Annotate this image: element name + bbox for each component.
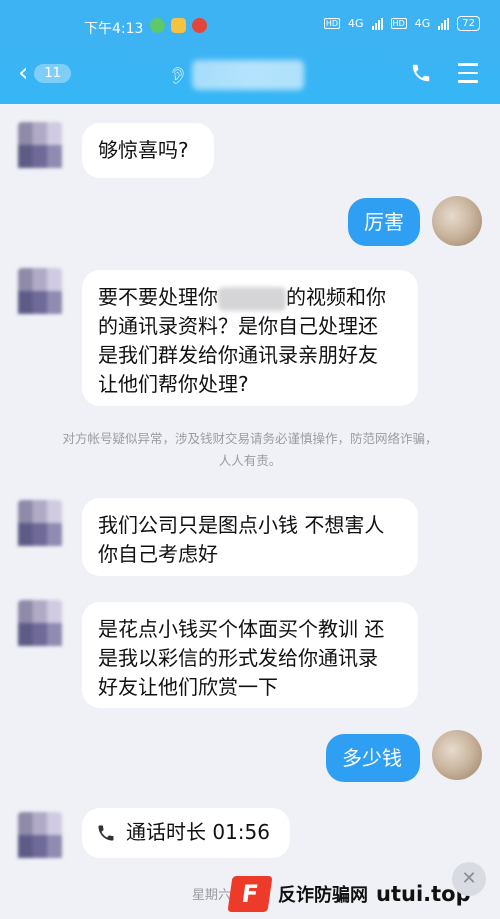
chevron-left-icon: ‹: [18, 58, 29, 88]
message-line: 让他们帮你处理?: [98, 372, 249, 396]
sender-avatar[interactable]: [18, 500, 62, 546]
fraud-warning-notice: 对方帐号疑似异常，涉及钱财交易请务必谨慎操作，防范网络诈骗， 人人有责。: [20, 428, 480, 472]
signal-icon: [371, 17, 383, 30]
my-avatar[interactable]: [432, 730, 482, 780]
message-line: 你自己考虑好: [98, 542, 218, 566]
watermark: F 反诈防骗网 utui.top: [227, 874, 471, 914]
close-icon[interactable]: ✕: [452, 862, 486, 896]
app-notification-icon: [192, 18, 207, 33]
date-stamp: 星期六: [192, 888, 232, 903]
menu-icon[interactable]: [458, 63, 478, 89]
message-line: 我们公司只是图点小钱 不想害人: [98, 513, 385, 537]
incoming-message[interactable]: 是花点小钱买个体面买个教训 还 是我以彩信的形式发给你通讯录 好友让他们欣赏一下: [82, 602, 418, 708]
hd-icon-2: HD: [390, 18, 407, 29]
hd-icon: HD: [323, 18, 341, 29]
message-line: 好友让他们欣赏一下: [98, 675, 278, 699]
notice-line: 对方帐号疑似异常，涉及钱财交易请务必谨慎操作，防范网络诈骗，: [62, 431, 438, 446]
message-text: 多少钱: [342, 746, 402, 770]
network-label-1: 4G: [348, 17, 364, 30]
message-line: 要不要处理你 的视频和你: [98, 285, 386, 311]
network-label-2: 4G: [414, 17, 431, 30]
message-line: 是我以彩信的形式发给你通讯录: [98, 646, 378, 670]
message-line: 是我们群发给你通讯录亲朋好友: [98, 343, 378, 367]
incoming-message[interactable]: 够惊喜吗?: [82, 123, 214, 178]
unread-count-badge: 11: [34, 63, 71, 83]
phone-call-icon: [98, 825, 114, 840]
message-line: 是花点小钱买个体面买个教训 还: [98, 617, 385, 641]
phone-icon[interactable]: [410, 62, 432, 84]
watermark-text: 反诈防骗网: [278, 885, 368, 906]
incoming-message[interactable]: 要不要处理你 的视频和你 的通讯录资料？是你自己处理还 是我们群发给你通讯录亲朋好…: [82, 270, 418, 406]
redacted-text: [218, 286, 286, 311]
outgoing-message[interactable]: 多少钱: [326, 734, 420, 782]
incoming-message[interactable]: 我们公司只是图点小钱 不想害人 你自己考虑好: [82, 498, 418, 576]
message-line: 的通讯录资料？是你自己处理还: [98, 314, 378, 338]
watermark-logo-icon: F: [227, 876, 273, 912]
call-duration-label: 通话时长 01:56: [126, 820, 270, 844]
ear-icon: 👂︎: [168, 66, 189, 85]
message-text: 厉害: [364, 210, 404, 234]
contact-name-redacted: [192, 60, 304, 90]
notice-line: 人人有责。: [218, 453, 282, 468]
status-time: 下午4:13: [84, 21, 144, 37]
message-text: 够惊喜吗?: [98, 138, 189, 162]
status-indicators: HD 4G HD 4G 72: [323, 16, 480, 31]
status-bar: 下午4:13 HD 4G HD 4G 72: [0, 0, 500, 44]
status-app-icons: [150, 18, 207, 33]
wechat-notification-icon: [150, 18, 165, 33]
sender-avatar[interactable]: [18, 812, 62, 858]
signal-icon-2: [438, 17, 450, 30]
back-button[interactable]: ‹ 11: [18, 60, 71, 86]
notes-notification-icon: [171, 18, 186, 33]
call-record-message[interactable]: 通话时长 01:56: [82, 808, 290, 858]
sender-avatar[interactable]: [18, 268, 62, 314]
battery-icon: 72: [457, 16, 480, 31]
outgoing-message[interactable]: 厉害: [348, 198, 420, 246]
sender-avatar[interactable]: [18, 600, 62, 646]
my-avatar[interactable]: [432, 196, 482, 246]
chat-header: ‹ 11 👂︎: [0, 44, 500, 104]
sender-avatar[interactable]: [18, 122, 62, 168]
